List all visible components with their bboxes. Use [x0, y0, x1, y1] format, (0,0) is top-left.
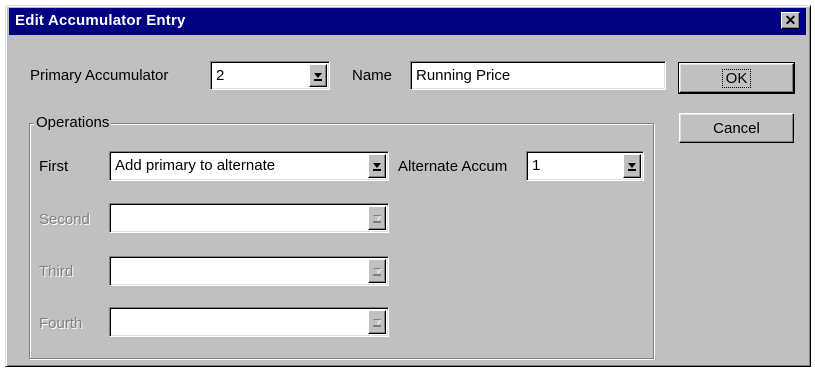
second-operation-dropdown [109, 203, 389, 233]
alternate-accum-dropdown[interactable]: 1 [526, 151, 644, 181]
window-title: Edit Accumulator Entry [15, 12, 186, 29]
alternate-accum-label: Alternate Accum [398, 158, 508, 175]
alternate-accum-value: 1 [532, 157, 541, 174]
third-label: Third [39, 263, 74, 280]
dropdown-arrow-icon [373, 215, 382, 223]
dropdown-arrow-icon [373, 268, 382, 276]
dropdown-arrow-icon [314, 73, 322, 81]
close-button[interactable]: ✕ [781, 12, 800, 29]
ok-button-label: OK [721, 69, 752, 88]
fourth-operation-dropdown [109, 307, 389, 337]
first-label: First [39, 158, 69, 175]
close-icon: ✕ [784, 12, 797, 28]
primary-accumulator-value: 2 [216, 67, 225, 84]
name-label: Name [352, 67, 393, 84]
second-operation-dropdown-button [368, 206, 386, 230]
name-input[interactable]: Running Price [410, 61, 666, 90]
dropdown-arrow-icon [628, 163, 636, 171]
cancel-button-label: Cancel [713, 120, 760, 137]
dropdown-arrow-icon [373, 163, 381, 171]
fourth-operation-dropdown-button [368, 310, 386, 334]
first-operation-dropdown[interactable]: Add primary to alternate [109, 151, 389, 181]
alternate-accum-dropdown-button[interactable] [623, 154, 641, 178]
third-operation-dropdown [109, 256, 389, 286]
title-bar: Edit Accumulator Entry ✕ [9, 8, 806, 35]
primary-accumulator-dropdown-button[interactable] [309, 64, 327, 87]
ok-button[interactable]: OK [678, 62, 795, 94]
primary-accumulator-dropdown[interactable]: 2 [210, 61, 330, 90]
operations-legend: Operations [34, 114, 112, 131]
cancel-button[interactable]: Cancel [679, 113, 794, 143]
edit-accumulator-dialog: Edit Accumulator Entry ✕ Primary Accumul… [5, 5, 811, 367]
fourth-label: Fourth [39, 315, 83, 332]
first-operation-dropdown-button[interactable] [368, 154, 386, 178]
first-operation-value: Add primary to alternate [115, 157, 276, 174]
third-operation-dropdown-button [368, 259, 386, 283]
name-value: Running Price [416, 67, 511, 84]
primary-accumulator-label: Primary Accumulator [30, 67, 169, 84]
second-label: Second [39, 211, 90, 228]
dropdown-arrow-icon [373, 319, 382, 327]
